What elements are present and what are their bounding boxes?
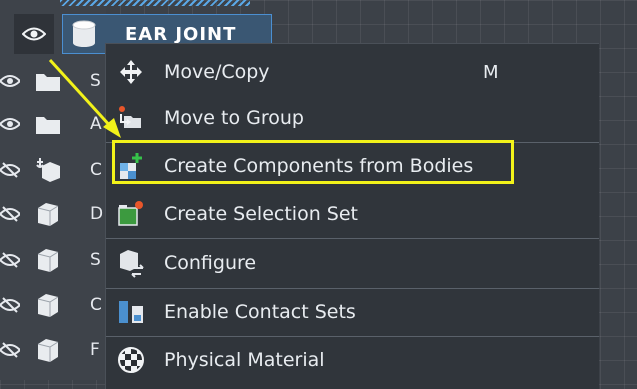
menu-item-label: Create Selection Set — [164, 203, 358, 225]
tree-row-6[interactable]: C — [0, 285, 106, 325]
contact-sets-icon — [116, 297, 146, 327]
tree-row-5[interactable]: S — [0, 240, 106, 280]
tree-row-7[interactable]: F — [0, 330, 106, 370]
tree-row-label: C — [90, 295, 102, 315]
eye-hidden-icon[interactable] — [0, 204, 20, 224]
tree-row-3[interactable]: C — [0, 150, 106, 190]
menu-item-enable-contact-sets[interactable]: Enable Contact Sets — [106, 290, 599, 334]
menu-item-move-copy[interactable]: Move/Copy M — [106, 50, 599, 94]
eye-hidden-icon[interactable] — [0, 295, 20, 315]
body-cube-icon — [32, 334, 64, 366]
highlight-box — [112, 140, 514, 184]
tree-row-label: A — [90, 114, 102, 134]
eye-hidden-icon[interactable] — [0, 160, 20, 180]
menu-item-create-selection-set[interactable]: Create Selection Set — [106, 192, 599, 236]
body-name: EAR JOINT — [125, 23, 237, 45]
tree-row-1[interactable]: S — [0, 61, 106, 101]
tree-row-label: F — [90, 340, 100, 360]
tree-row-2[interactable]: A — [0, 104, 106, 144]
selection-set-icon — [116, 199, 146, 229]
tree-row-label: C — [90, 160, 102, 180]
joint-component-icon — [32, 154, 64, 186]
context-menu: Move/Copy M Move to Group Create Compone… — [105, 43, 599, 389]
menu-separator — [106, 288, 599, 289]
physical-material-icon — [116, 345, 146, 375]
folder-icon — [32, 65, 64, 97]
body-cube-icon — [32, 244, 64, 276]
move-arrows-icon — [116, 57, 146, 87]
body-cube-icon — [32, 289, 64, 321]
menu-item-label: Move to Group — [164, 107, 304, 129]
cylinder-icon — [71, 20, 97, 52]
eye-icon[interactable] — [0, 114, 20, 134]
menu-item-label: Enable Contact Sets — [164, 301, 356, 323]
menu-item-configure[interactable]: Configure — [106, 241, 599, 285]
body-cube-icon — [32, 198, 64, 230]
tree-row-label: S — [90, 250, 101, 270]
menu-item-move-to-group[interactable]: Move to Group — [106, 96, 599, 140]
eye-icon[interactable] — [0, 71, 20, 91]
menu-separator — [106, 336, 599, 337]
menu-item-label: Move/Copy — [164, 61, 270, 83]
menu-separator — [106, 238, 599, 239]
selection-hatch — [60, 0, 250, 6]
browser-tree: S A C D S C F — [0, 0, 250, 380]
menu-item-label: Physical Material — [164, 349, 325, 371]
tree-row-label: S — [90, 71, 101, 91]
menu-item-label: Configure — [164, 252, 257, 274]
eye-icon[interactable] — [14, 14, 54, 54]
eye-hidden-icon[interactable] — [0, 250, 20, 270]
move-to-group-icon — [116, 103, 146, 133]
menu-item-physical-material[interactable]: Physical Material — [106, 338, 599, 382]
tree-row-label: D — [90, 204, 104, 224]
eye-hidden-icon[interactable] — [0, 340, 20, 360]
shortcut-label: M — [483, 61, 499, 83]
tree-row-4[interactable]: D — [0, 194, 106, 234]
folder-icon — [32, 108, 64, 140]
configure-icon — [116, 248, 146, 278]
